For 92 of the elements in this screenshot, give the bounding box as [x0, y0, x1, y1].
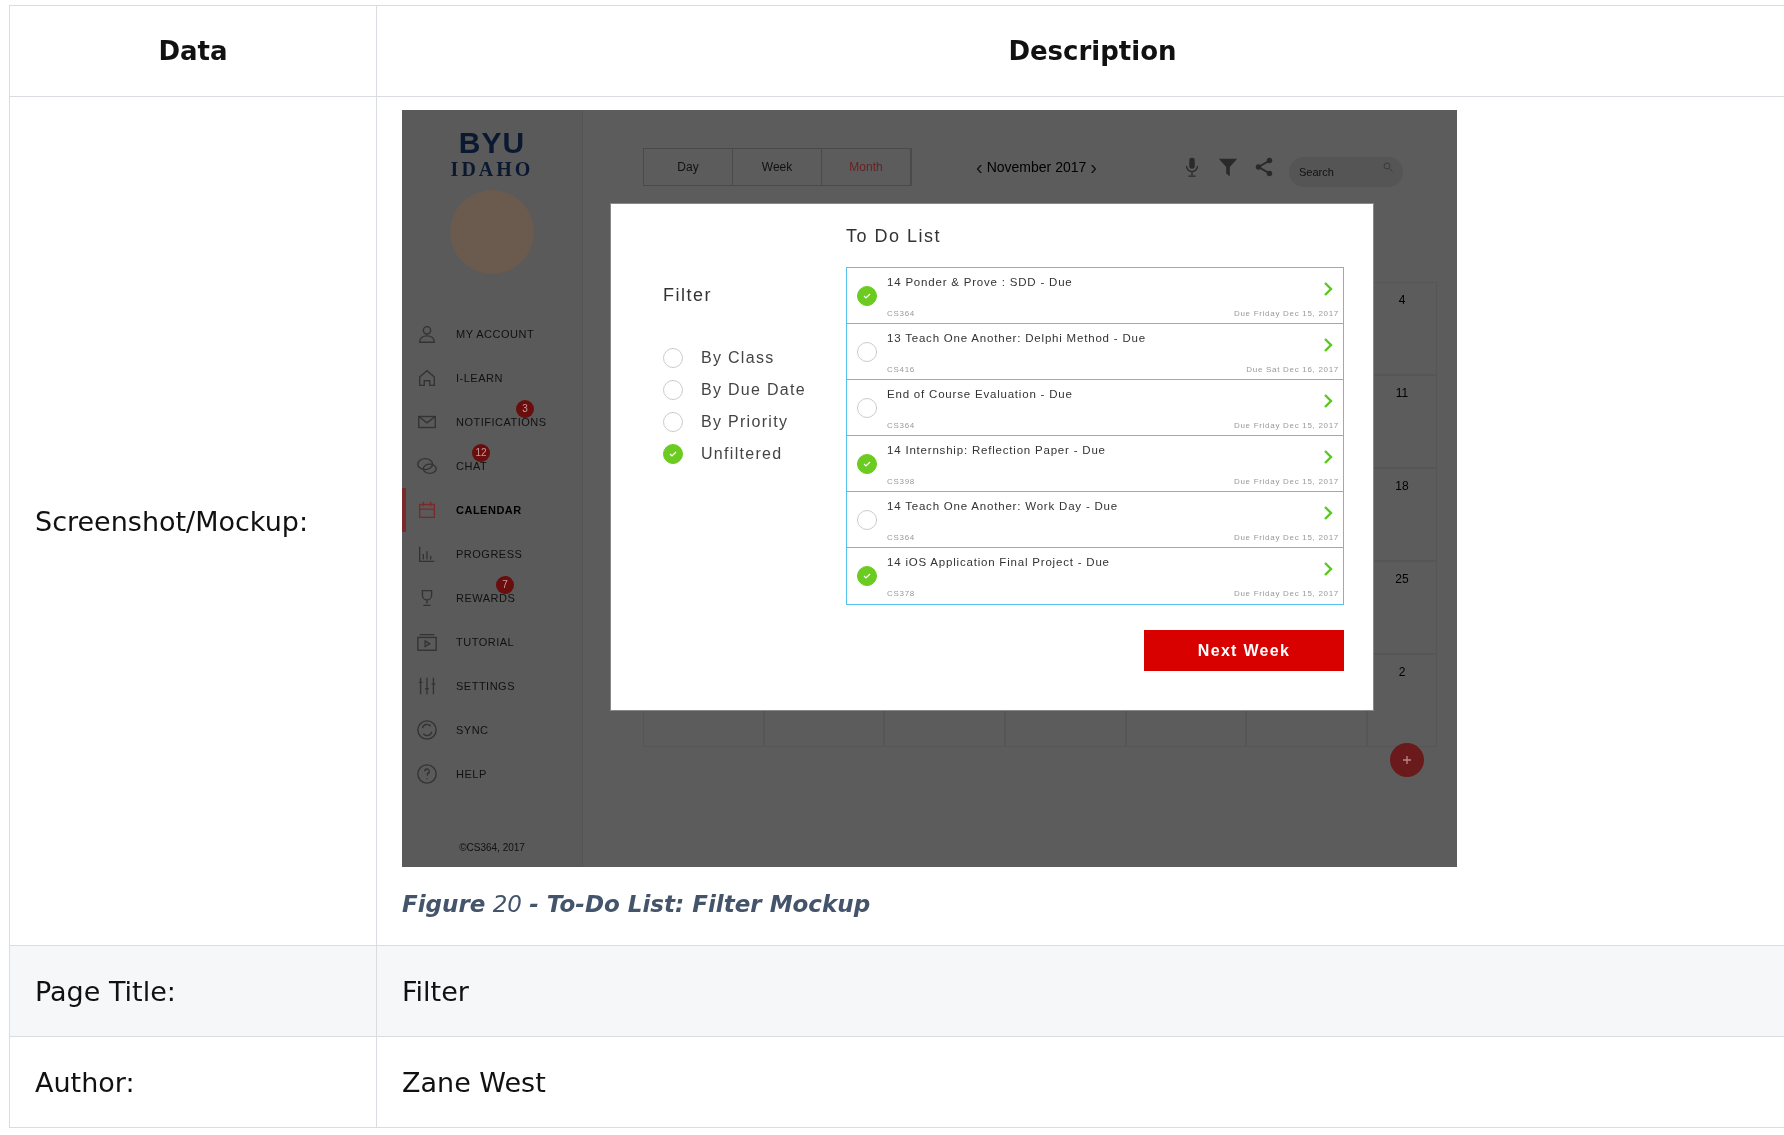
- chat-icon: [416, 455, 438, 477]
- notification-badge: 12: [472, 444, 490, 462]
- nav-item[interactable]: SYNC: [402, 708, 582, 752]
- day-number: 18: [1395, 479, 1409, 495]
- sliders-icon: [416, 675, 438, 697]
- due-date: Due Friday Dec 15, 2017: [1233, 308, 1339, 318]
- notification-badge: 3: [516, 400, 534, 418]
- nav-item[interactable]: TUTORIAL: [402, 620, 582, 664]
- task-row[interactable]: 14 Internship: Reflection Paper - Due CS398 Due Friday Dec 15, 2017: [847, 436, 1343, 492]
- row-label: Author:: [35, 1066, 135, 1098]
- nav-item[interactable]: PROGRESS: [402, 532, 582, 576]
- filter-option[interactable]: By Due Date: [663, 374, 846, 406]
- logo-subtitle: IDAHO: [450, 158, 534, 180]
- logo: BYU: [458, 128, 526, 158]
- next-week-button[interactable]: Next Week: [1144, 630, 1344, 671]
- column-header: Data: [9, 5, 377, 97]
- task-title: 14 Internship: Reflection Paper - Due: [887, 443, 1107, 456]
- calendar-icon: [416, 499, 438, 521]
- nav-item[interactable]: I-LEARN: [402, 356, 582, 400]
- sync-icon: [416, 719, 438, 741]
- view-tab[interactable]: Week: [733, 149, 822, 185]
- course-code: CS416: [887, 364, 915, 374]
- plus-icon: [1402, 755, 1412, 765]
- task-title: 13 Teach One Another: Delphi Method - Due: [887, 331, 1147, 344]
- check-icon: [668, 449, 678, 459]
- filter-option[interactable]: Unfiltered: [663, 438, 846, 470]
- nav-item[interactable]: CHAT 12: [402, 444, 582, 488]
- column-header: Description: [376, 5, 1784, 97]
- chevron-right-icon[interactable]: [1323, 337, 1333, 352]
- row-value: Filter: [402, 975, 469, 1007]
- row-value: Zane West: [402, 1066, 546, 1098]
- due-date: Due Friday Dec 15, 2017: [1233, 420, 1339, 430]
- course-code: CS364: [887, 308, 915, 318]
- chevron-right-icon[interactable]: [1323, 505, 1333, 520]
- course-code: CS378: [887, 589, 915, 598]
- nav-item[interactable]: MY ACCOUNT: [402, 312, 582, 356]
- task-row[interactable]: 13 Teach One Another: Delphi Method - Due CS416 Due Sat Dec 16, 2017: [847, 324, 1343, 380]
- filter-heading: Filter: [663, 285, 713, 306]
- view-tab[interactable]: Month: [822, 149, 911, 185]
- play-icon: [416, 631, 438, 653]
- course-code: CS364: [887, 420, 915, 430]
- task-title: 14 iOS Application Final Project - Due: [887, 556, 1111, 568]
- copyright-text: ©CS364, 2017: [459, 842, 525, 853]
- day-number: 4: [1398, 293, 1406, 309]
- task-row[interactable]: 14 iOS Application Final Project - Due CS378 Due Friday Dec 15, 2017: [847, 548, 1343, 604]
- row-label: Page Title:: [35, 975, 176, 1007]
- dialog-title: To Do List: [846, 226, 943, 247]
- day-number: 11: [1395, 386, 1409, 402]
- chevron-right-icon[interactable]: [1323, 562, 1333, 576]
- filter-option[interactable]: By Priority: [663, 406, 846, 438]
- add-button[interactable]: [1390, 743, 1424, 777]
- home-icon: [416, 367, 438, 389]
- previous-icon[interactable]: ‹: [976, 155, 983, 179]
- filter-icon[interactable]: [1216, 156, 1239, 178]
- due-date: Due Friday Dec 15, 2017: [1233, 476, 1339, 486]
- radio-button[interactable]: [663, 444, 683, 464]
- chevron-right-icon[interactable]: [1323, 393, 1333, 408]
- view-tab[interactable]: Day: [644, 149, 733, 185]
- nav-item[interactable]: NOTIFICATIONS 3: [402, 400, 582, 444]
- row-label: Screenshot/Mockup:: [35, 505, 309, 537]
- task-row[interactable]: 14 Teach One Another: Work Day - Due CS364 Due Friday Dec 15, 2017: [847, 492, 1343, 548]
- nav-item[interactable]: CALENDAR: [402, 488, 582, 532]
- filter-option[interactable]: By Class: [663, 342, 846, 374]
- due-date: Due Friday Dec 15, 2017: [1233, 532, 1339, 542]
- due-date: Due Sat Dec 16, 2017: [1246, 364, 1339, 374]
- course-code: CS398: [887, 476, 915, 486]
- task-title: End of Course Evaluation - Due: [887, 387, 1074, 400]
- course-code: CS364: [887, 532, 915, 542]
- help-icon: [416, 763, 438, 785]
- task-checkbox[interactable]: [857, 566, 877, 586]
- task-row[interactable]: 14 Ponder & Prove : SDD - Due CS364 Due Friday Dec 15, 2017: [847, 268, 1343, 324]
- chevron-right-icon[interactable]: [1323, 281, 1333, 296]
- nav-item[interactable]: SETTINGS: [402, 664, 582, 708]
- due-date: Due Friday Dec 15, 2017: [1233, 589, 1339, 598]
- chevron-right-icon[interactable]: [1323, 449, 1333, 464]
- task-title: 14 Teach One Another: Work Day - Due: [887, 499, 1119, 512]
- task-checkbox[interactable]: [857, 285, 877, 306]
- person-icon: [416, 323, 438, 345]
- task-title: 14 Ponder & Prove : SDD - Due: [887, 275, 1074, 288]
- search-icon: [1381, 161, 1394, 173]
- day-number: 2: [1398, 665, 1406, 681]
- nav-item[interactable]: REWARDS 7: [402, 576, 582, 620]
- search-field[interactable]: Search: [1288, 157, 1403, 187]
- check-icon: [862, 571, 872, 581]
- month-title: November 2017: [986, 159, 1087, 175]
- nav-item[interactable]: HELP: [402, 752, 582, 796]
- day-number: 25: [1395, 572, 1409, 588]
- task-row[interactable]: End of Course Evaluation - Due CS364 Due Friday Dec 15, 2017: [847, 380, 1343, 436]
- next-icon[interactable]: ›: [1090, 155, 1097, 179]
- task-checkbox[interactable]: [857, 453, 877, 474]
- notification-badge: 7: [496, 576, 514, 594]
- figure-caption: Figure 20 - To-Do List: Filter Mockup: [402, 891, 872, 917]
